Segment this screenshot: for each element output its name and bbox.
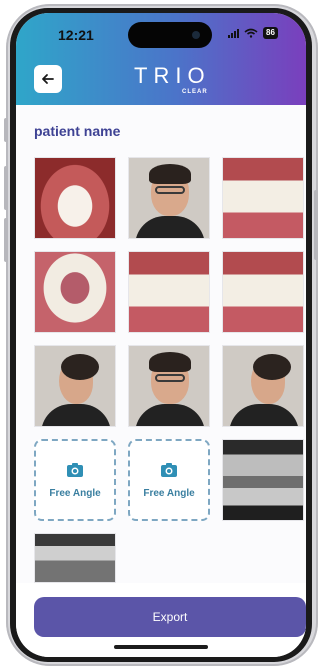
wifi-icon xyxy=(244,28,258,38)
photo-frontal-portrait[interactable] xyxy=(128,345,210,427)
side-button xyxy=(4,118,8,142)
free-angle-label: Free Angle xyxy=(49,487,101,499)
battery-indicator: 86 xyxy=(263,27,278,39)
status-icons: 86 xyxy=(228,27,278,39)
photo-upper-occlusal[interactable] xyxy=(34,157,116,239)
arrow-left-icon xyxy=(42,74,54,84)
photo-frontal-intraoral[interactable] xyxy=(128,251,210,333)
free-angle-slot-1[interactable]: Free Angle xyxy=(34,439,116,521)
logo-wordmark: TRIO xyxy=(134,63,211,88)
back-button[interactable] xyxy=(34,65,62,93)
xray-cephalometric[interactable] xyxy=(34,533,116,583)
volume-down-button xyxy=(4,218,8,262)
photo-right-buccal[interactable] xyxy=(222,157,304,239)
dynamic-island xyxy=(128,22,212,48)
photo-profile[interactable] xyxy=(222,345,304,427)
cellular-signal-icon xyxy=(228,28,239,38)
export-button[interactable]: Export xyxy=(34,597,306,637)
photo-three-quarter[interactable] xyxy=(34,345,116,427)
logo-subtitle: CLEAR xyxy=(182,89,208,95)
home-indicator xyxy=(114,645,208,649)
trio-clear-logo: TRIO CLEAR xyxy=(134,63,234,99)
app-header: 12:21 86 TRIO CLEAR xyxy=(16,13,306,105)
free-angle-slot-2[interactable]: Free Angle xyxy=(128,439,210,521)
free-angle-label: Free Angle xyxy=(143,487,195,499)
photo-lower-occlusal[interactable] xyxy=(34,251,116,333)
power-button xyxy=(314,190,318,260)
app-screen: 12:21 86 TRIO CLEAR patient name Free An… xyxy=(16,13,306,657)
patient-name: patient name xyxy=(34,123,121,139)
camera-icon xyxy=(161,462,177,477)
photo-frontal-smile[interactable] xyxy=(128,157,210,239)
status-time: 12:21 xyxy=(58,27,94,43)
volume-up-button xyxy=(4,166,8,210)
xray-panoramic[interactable] xyxy=(222,439,304,521)
photo-left-buccal[interactable] xyxy=(222,251,304,333)
camera-icon xyxy=(67,462,83,477)
